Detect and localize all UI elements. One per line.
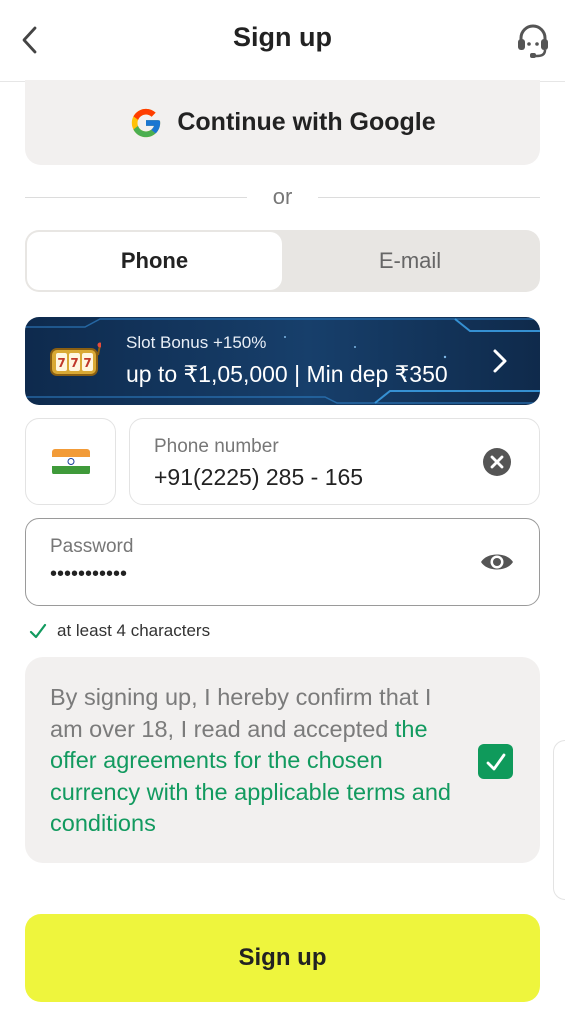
clear-icon[interactable]: [483, 448, 511, 476]
divider-line: [318, 196, 540, 198]
chevron-right-icon: [493, 349, 507, 373]
check-icon: [29, 623, 47, 639]
password-requirement-hint: at least 4 characters: [29, 620, 210, 642]
svg-text:7: 7: [70, 356, 78, 370]
tab-phone[interactable]: Phone: [27, 232, 282, 290]
password-input[interactable]: •••••••••••: [50, 563, 127, 586]
checkmark-icon: [486, 753, 505, 770]
password-field[interactable]: Password •••••••••••: [25, 518, 540, 606]
header: Sign up: [0, 0, 565, 82]
signup-method-tabs: Phone E-mail: [25, 230, 540, 292]
page-title: Sign up: [233, 22, 332, 52]
headset-icon: [518, 24, 548, 58]
sign-up-button[interactable]: Sign up: [25, 914, 540, 1002]
password-requirement-text: at least 4 characters: [57, 621, 211, 640]
phone-number-field[interactable]: Phone number +91(2225) 285 - 165: [129, 418, 540, 505]
or-label: or: [272, 184, 293, 209]
country-code-selector[interactable]: [25, 418, 116, 505]
svg-text:7: 7: [57, 356, 65, 370]
or-divider: or: [25, 183, 540, 211]
svg-text:7: 7: [83, 356, 91, 370]
phone-number-label: Phone number: [154, 436, 279, 457]
support-button[interactable]: [513, 20, 553, 60]
agreement-box: By signing up, I hereby confirm that I a…: [25, 657, 540, 863]
google-icon: [132, 108, 161, 137]
india-flag-icon: [51, 448, 90, 475]
slot-machine-icon: 7 7 7: [50, 342, 101, 376]
banner-bonus-title: Slot Bonus +150%: [126, 333, 267, 352]
divider-line: [25, 196, 247, 198]
google-button-label: Continue with Google: [177, 108, 436, 136]
eye-icon[interactable]: [479, 549, 515, 575]
phone-number-input[interactable]: +91(2225) 285 - 165: [154, 464, 363, 491]
continue-with-google-button[interactable]: Continue with Google: [25, 80, 540, 165]
agreement-checkbox[interactable]: [478, 744, 513, 779]
tab-email[interactable]: E-mail: [282, 232, 538, 290]
banner-bonus-details: up to ₹1,05,000 | Min dep ₹350: [126, 361, 448, 387]
agreement-text: By signing up, I hereby confirm that I a…: [50, 682, 470, 840]
password-label: Password: [50, 536, 134, 557]
agreement-prefix: By signing up, I hereby confirm that I a…: [50, 684, 432, 742]
side-panel-handle[interactable]: [553, 740, 565, 900]
slot-bonus-banner[interactable]: 7 7 7 Slot Bonus +150% up to ₹1,05,000 |…: [25, 317, 540, 405]
